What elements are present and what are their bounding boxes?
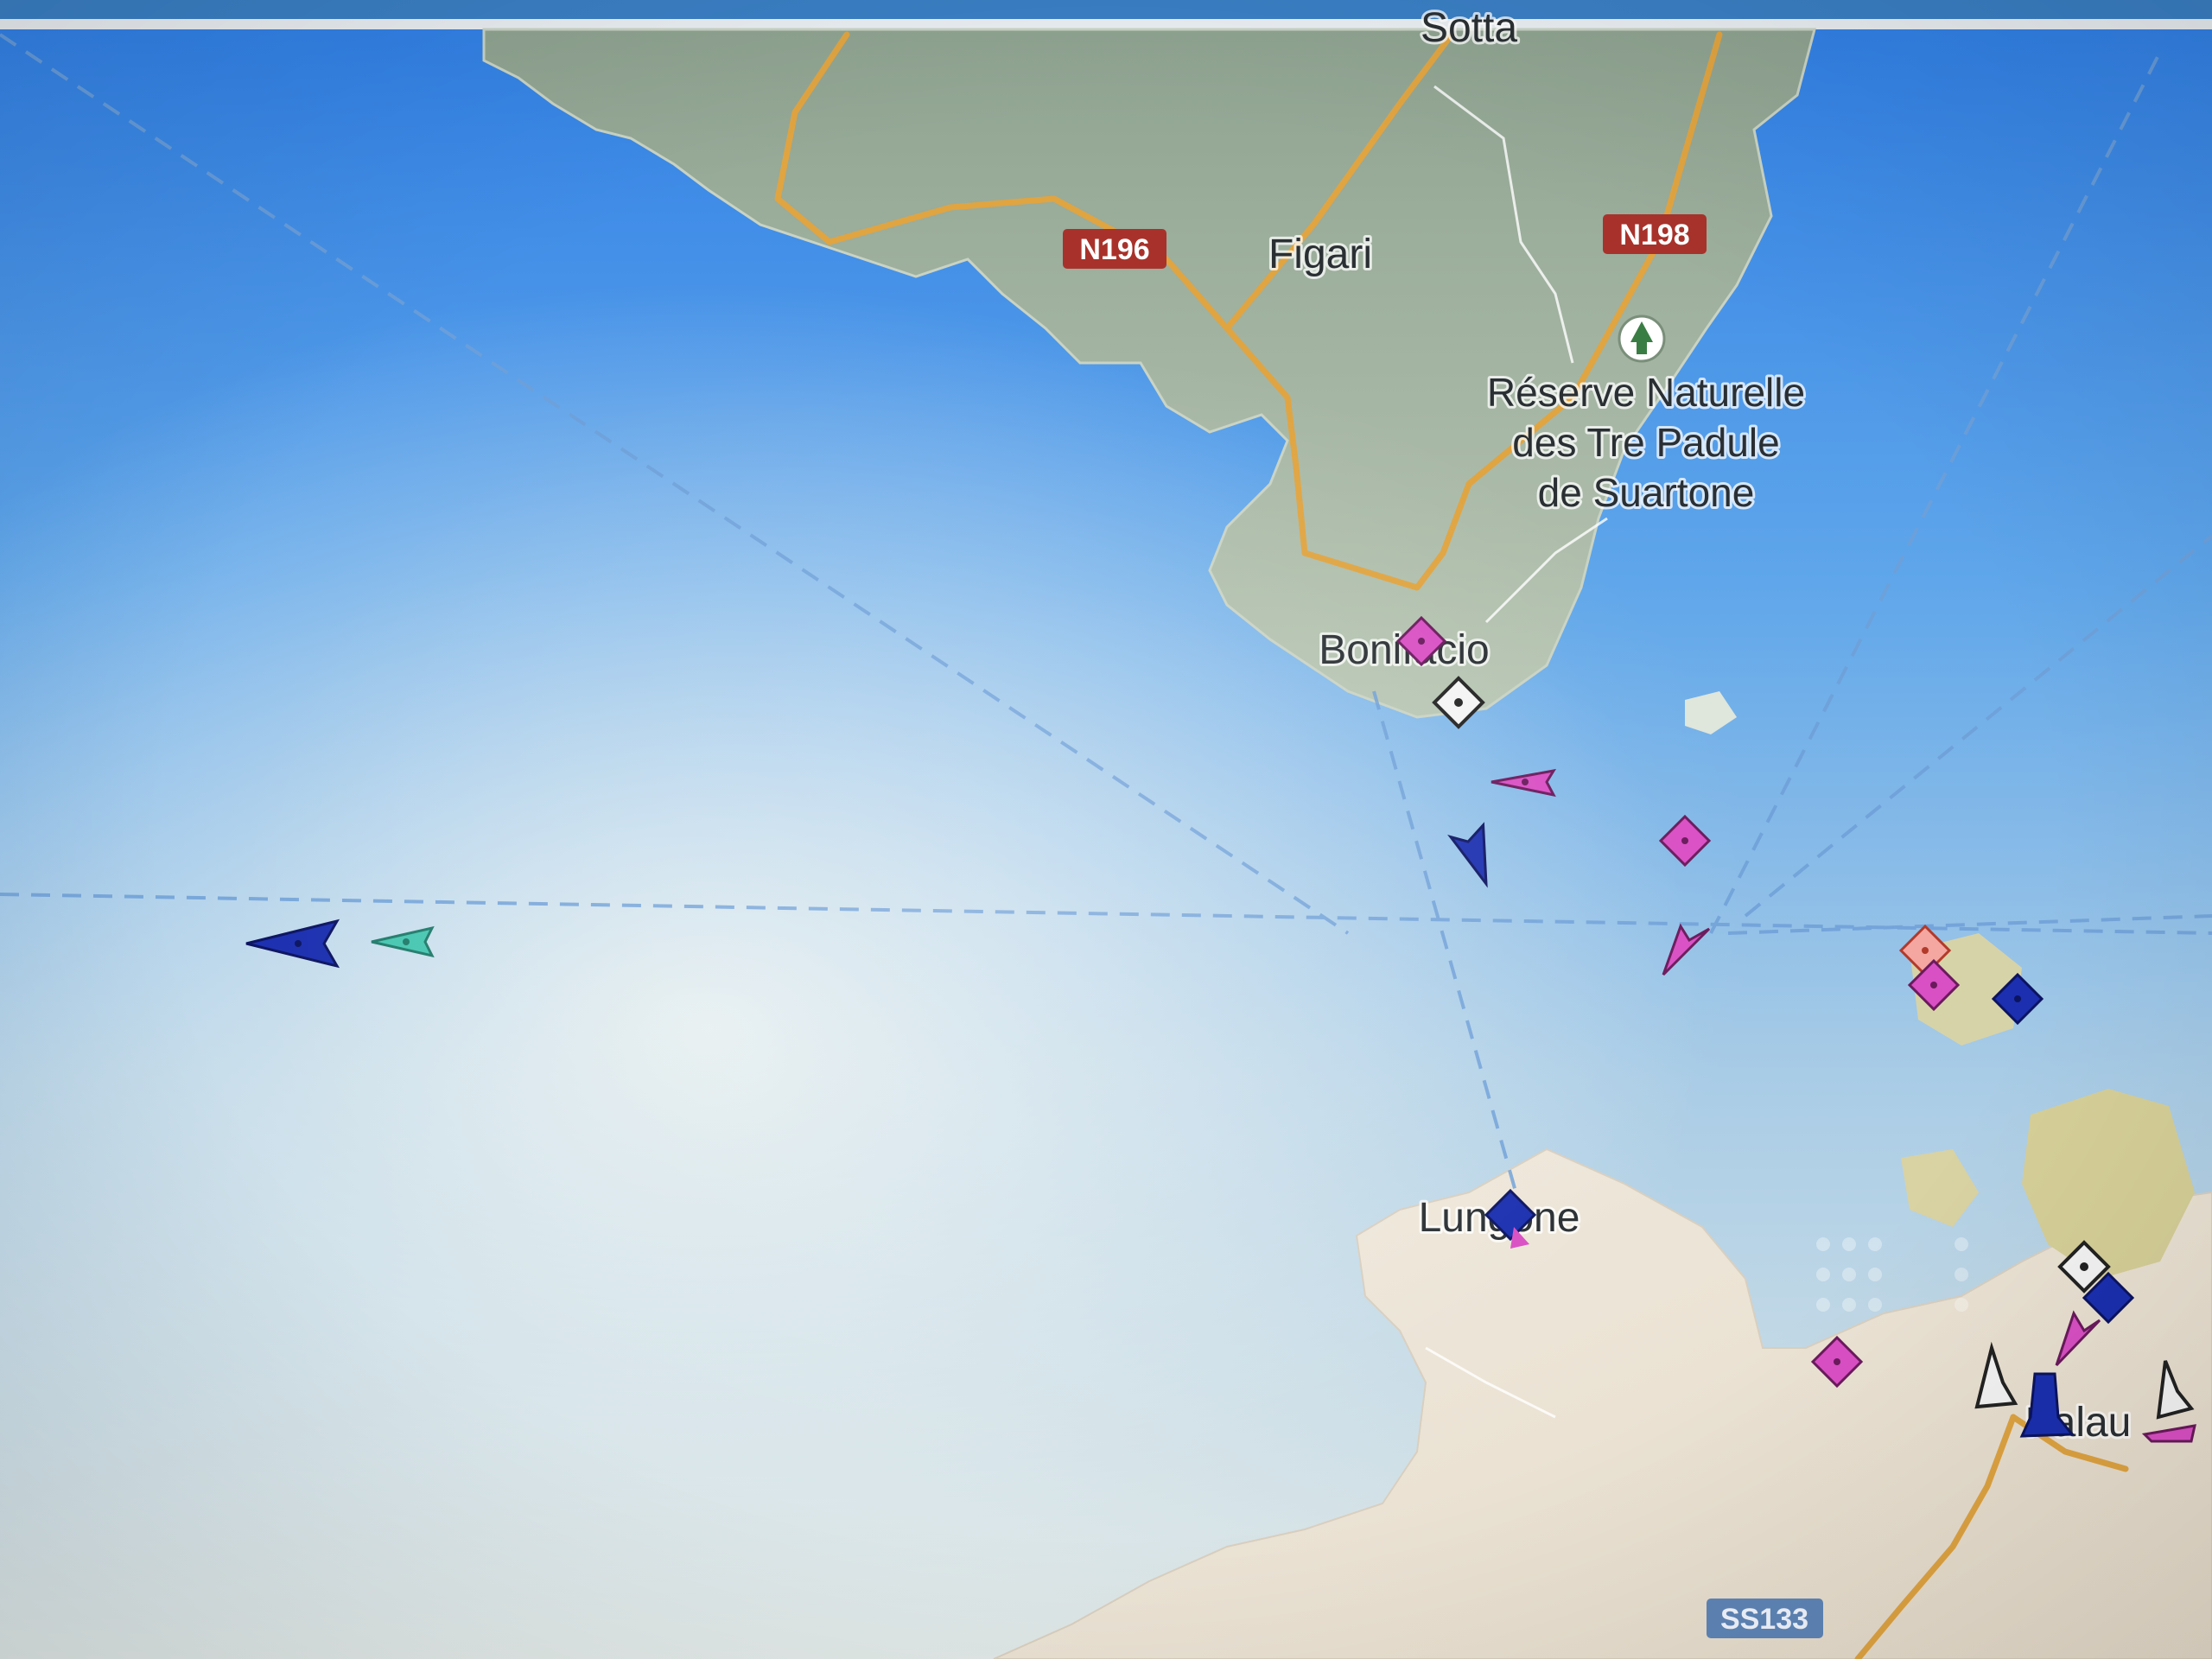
- place-label-reserve-line2: des Tre Padule: [1512, 420, 1779, 465]
- park-tree-icon[interactable]: [1618, 315, 1666, 363]
- window-frame-top: [0, 0, 2212, 19]
- road-label-n196: N196: [1079, 233, 1149, 266]
- road-shield-n196: N196: [1063, 229, 1166, 269]
- place-label-sotta: Sotta: [1421, 5, 1517, 51]
- road-label-ss133: SS133: [1720, 1603, 1808, 1636]
- place-label-reserve-line1: Réserve Naturelle: [1487, 370, 1805, 415]
- marine-traffic-map[interactable]: N196 N198 SS133 Sotta Figari Réserve Nat…: [0, 0, 2212, 1659]
- road-shield-n198: N198: [1603, 214, 1707, 254]
- map-view[interactable]: N196 N198 SS133 Sotta Figari Réserve Nat…: [0, 0, 2212, 1659]
- place-label-figari: Figari: [1268, 232, 1372, 277]
- place-label-reserve-line3: de Suartone: [1538, 470, 1755, 515]
- road-shield-ss133: SS133: [1707, 1599, 1823, 1638]
- window-frame-line: [0, 19, 2212, 29]
- road-label-n198: N198: [1619, 219, 1689, 251]
